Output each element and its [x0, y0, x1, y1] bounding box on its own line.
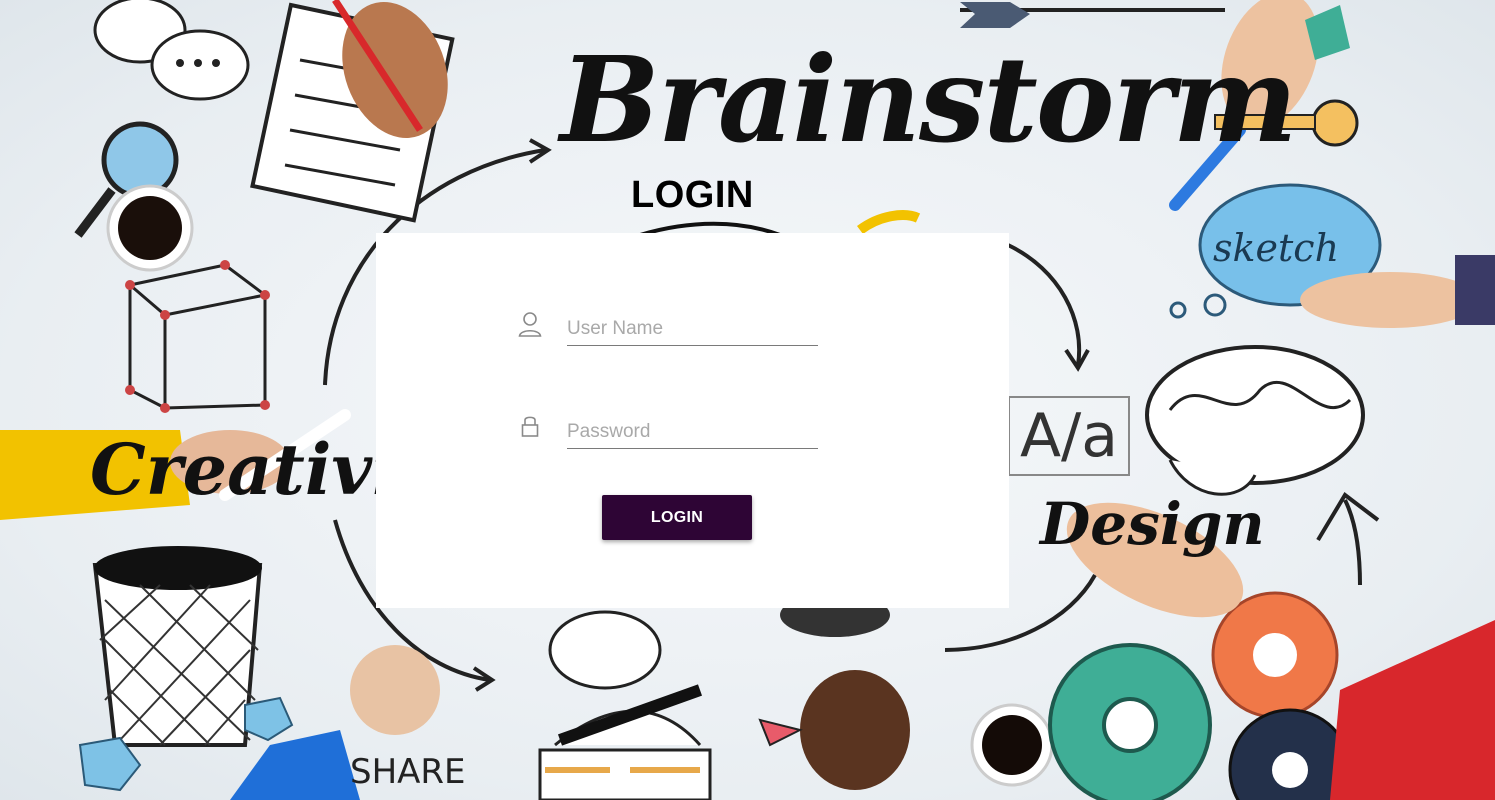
- sketch-doodle-text: sketch: [1213, 226, 1340, 270]
- username-input[interactable]: [567, 298, 818, 346]
- person-icon: [518, 310, 542, 338]
- typography-doodle-text: A/a: [1008, 396, 1131, 476]
- login-card: LOGIN: [376, 233, 1009, 608]
- brainstorm-wordmark: Brainstorm: [560, 30, 1298, 169]
- share-doodle-text: SHARE: [350, 752, 466, 792]
- username-field-group: [518, 298, 818, 350]
- password-field-group: [518, 401, 818, 453]
- login-title: LOGIN: [631, 174, 754, 216]
- login-button[interactable]: LOGIN: [602, 495, 752, 540]
- design-doodle-text: Design: [1040, 490, 1265, 558]
- password-input[interactable]: [567, 401, 818, 449]
- lock-icon: [518, 413, 542, 441]
